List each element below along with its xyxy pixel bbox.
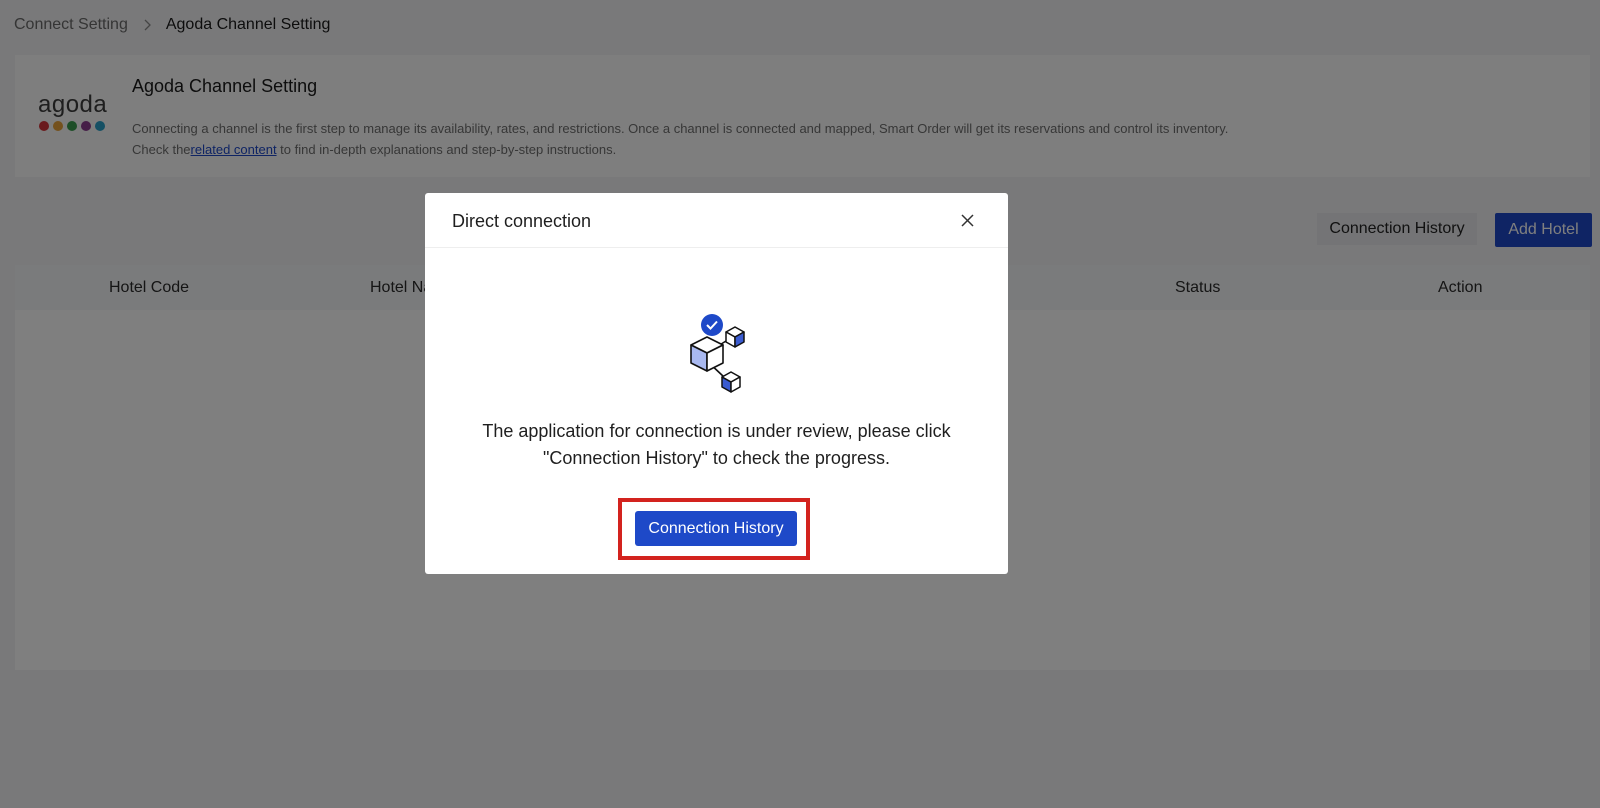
modal-title: Direct connection	[452, 211, 592, 231]
close-icon[interactable]	[959, 212, 975, 228]
modal-message-line-1: The application for connection is under …	[482, 421, 951, 441]
modal-header: Direct connection	[425, 193, 1008, 248]
modal-message: The application for connection is under …	[465, 418, 968, 472]
modal-message-line-2: "Connection History" to check the progre…	[543, 448, 890, 468]
modal-connection-history-button[interactable]: Connection History	[635, 511, 797, 546]
connection-cubes-icon	[669, 301, 769, 401]
direct-connection-modal: Direct connection The application for co…	[425, 193, 1008, 574]
